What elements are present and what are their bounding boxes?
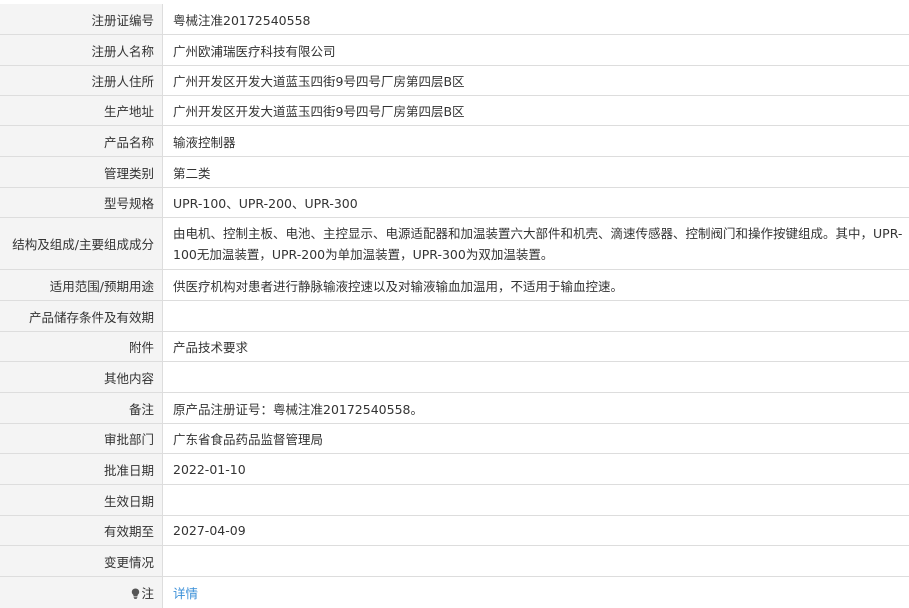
label-product-name: 产品名称 [0,126,163,156]
label-registrant-name: 注册人名称 [0,35,163,65]
value-valid-until: 2027-04-09 [163,516,909,545]
label-approval-department: 审批部门 [0,424,163,453]
row-product-name: 产品名称 输液控制器 [0,126,909,157]
lightbulb-icon [131,587,140,599]
row-effective-date: 生效日期 [0,485,909,516]
row-storage-conditions: 产品储存条件及有效期 [0,301,909,332]
label-change-status: 变更情况 [0,546,163,576]
row-note: 注 详情 [0,577,909,608]
label-remarks: 备注 [0,393,163,423]
row-remarks: 备注 原产品注册证号：粤械注准20172540558。 [0,393,909,424]
label-intended-use: 适用范围/预期用途 [0,270,163,300]
row-production-address: 生产地址 广州开发区开发大道蓝玉四街9号四号厂房第四层B区 [0,96,909,126]
row-registration-number: 注册证编号 粤械注准20172540558 [0,4,909,35]
label-valid-until: 有效期至 [0,516,163,545]
structure-composition-text: 由电机、控制主板、电池、主控显示、电源适配器和加温装置六大部件和机壳、滴速传感器… [173,225,903,262]
label-storage-conditions: 产品储存条件及有效期 [0,301,163,331]
value-product-name: 输液控制器 [163,126,909,156]
value-other-content [163,362,909,392]
label-attachment: 附件 [0,332,163,361]
value-model-spec: UPR-100、UPR-200、UPR-300 [163,188,909,217]
label-registration-number: 注册证编号 [0,4,163,34]
row-approval-date: 批准日期 2022-01-10 [0,454,909,485]
label-approval-date: 批准日期 [0,454,163,484]
row-other-content: 其他内容 [0,362,909,393]
label-effective-date: 生效日期 [0,485,163,515]
value-production-address: 广州开发区开发大道蓝玉四街9号四号厂房第四层B区 [163,96,909,125]
label-other-content: 其他内容 [0,362,163,392]
value-structure-composition: 由电机、控制主板、电池、主控显示、电源适配器和加温装置六大部件和机壳、滴速传感器… [163,218,909,269]
row-intended-use: 适用范围/预期用途 供医疗机构对患者进行静脉输液控速以及对输液输血加温用，不适用… [0,270,909,301]
value-change-status [163,546,909,576]
value-management-category: 第二类 [163,157,909,187]
label-management-category: 管理类别 [0,157,163,187]
label-production-address: 生产地址 [0,96,163,125]
row-approval-department: 审批部门 广东省食品药品监督管理局 [0,424,909,454]
row-attachment: 附件 产品技术要求 [0,332,909,362]
value-note: 详情 [163,577,909,608]
value-approval-date: 2022-01-10 [163,454,909,484]
value-registrant-name: 广州欧浦瑞医疗科技有限公司 [163,35,909,65]
value-registrant-address: 广州开发区开发大道蓝玉四街9号四号厂房第四层B区 [163,66,909,95]
value-registration-number: 粤械注准20172540558 [163,4,909,34]
value-attachment: 产品技术要求 [163,332,909,361]
row-registrant-address: 注册人住所 广州开发区开发大道蓝玉四街9号四号厂房第四层B区 [0,66,909,96]
label-note: 注 [0,577,163,608]
details-link[interactable]: 详情 [173,583,198,602]
row-change-status: 变更情况 [0,546,909,577]
registration-info-table: 注册证编号 粤械注准20172540558 注册人名称 广州欧浦瑞医疗科技有限公… [0,0,909,608]
row-registrant-name: 注册人名称 广州欧浦瑞医疗科技有限公司 [0,35,909,66]
row-structure-composition: 结构及组成/主要组成成分 由电机、控制主板、电池、主控显示、电源适配器和加温装置… [0,218,909,270]
label-structure-composition: 结构及组成/主要组成成分 [0,218,163,269]
value-effective-date [163,485,909,515]
row-valid-until: 有效期至 2027-04-09 [0,516,909,546]
row-management-category: 管理类别 第二类 [0,157,909,188]
value-approval-department: 广东省食品药品监督管理局 [163,424,909,453]
label-note-text: 注 [141,586,154,601]
value-storage-conditions [163,301,909,331]
row-model-spec: 型号规格 UPR-100、UPR-200、UPR-300 [0,188,909,218]
label-model-spec: 型号规格 [0,188,163,217]
value-intended-use: 供医疗机构对患者进行静脉输液控速以及对输液输血加温用，不适用于输血控速。 [163,270,909,300]
label-registrant-address: 注册人住所 [0,66,163,95]
value-remarks: 原产品注册证号：粤械注准20172540558。 [163,393,909,423]
